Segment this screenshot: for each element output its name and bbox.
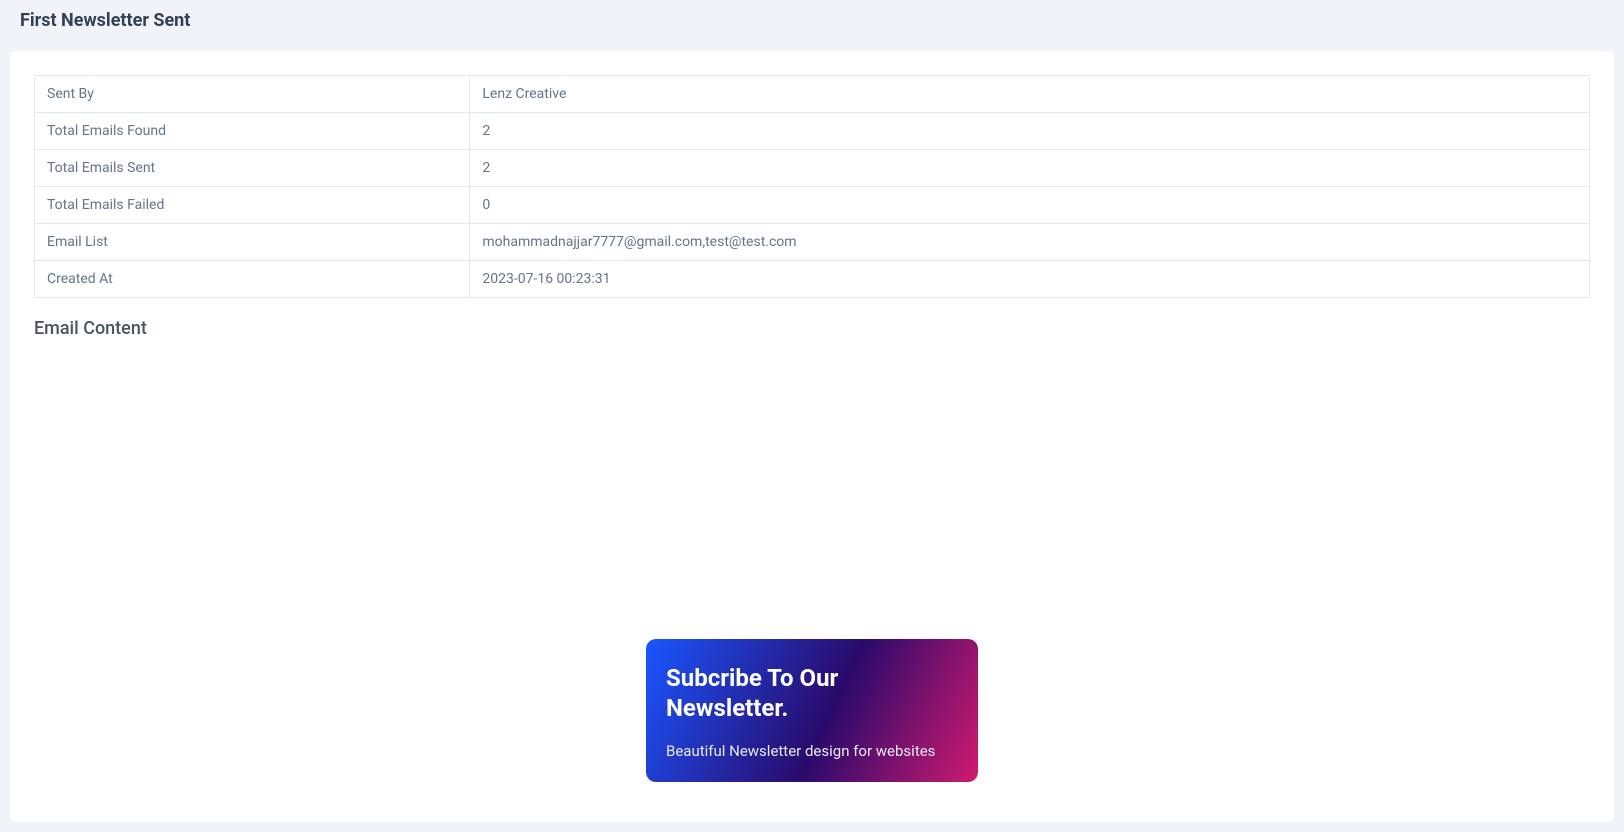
detail-label-total-failed: Total Emails Failed [35,187,470,224]
detail-value-created-at: 2023-07-16 00:23:31 [470,261,1590,298]
table-row: Created At 2023-07-16 00:23:31 [35,261,1590,298]
page-title: First Newsletter Sent [20,10,1604,31]
detail-value-total-sent: 2 [470,150,1590,187]
detail-label-created-at: Created At [35,261,470,298]
table-row: Total Emails Sent 2 [35,150,1590,187]
detail-label-total-found: Total Emails Found [35,113,470,150]
detail-value-email-list: mohammadnajjar7777@gmail.com,test@test.c… [470,224,1590,261]
content-card: Sent By Lenz Creative Total Emails Found… [10,51,1614,822]
newsletter-subtitle: Beautiful Newsletter design for websites [666,741,958,762]
detail-value-total-found: 2 [470,113,1590,150]
newsletter-preview-card: Subcribe To Our Newsletter. Beautiful Ne… [646,639,978,782]
table-row: Sent By Lenz Creative [35,76,1590,113]
table-row: Email List mohammadnajjar7777@gmail.com,… [35,224,1590,261]
detail-value-sent-by: Lenz Creative [470,76,1590,113]
table-row: Total Emails Failed 0 [35,187,1590,224]
table-row: Total Emails Found 2 [35,113,1590,150]
detail-label-email-list: Email List [35,224,470,261]
email-content-heading: Email Content [34,318,1590,339]
email-preview-wrapper: Subcribe To Our Newsletter. Beautiful Ne… [34,359,1590,782]
page-header: First Newsletter Sent [0,0,1624,41]
detail-label-sent-by: Sent By [35,76,470,113]
newsletter-title: Subcribe To Our Newsletter. [666,663,958,723]
detail-label-total-sent: Total Emails Sent [35,150,470,187]
details-table: Sent By Lenz Creative Total Emails Found… [34,75,1590,298]
detail-value-total-failed: 0 [470,187,1590,224]
